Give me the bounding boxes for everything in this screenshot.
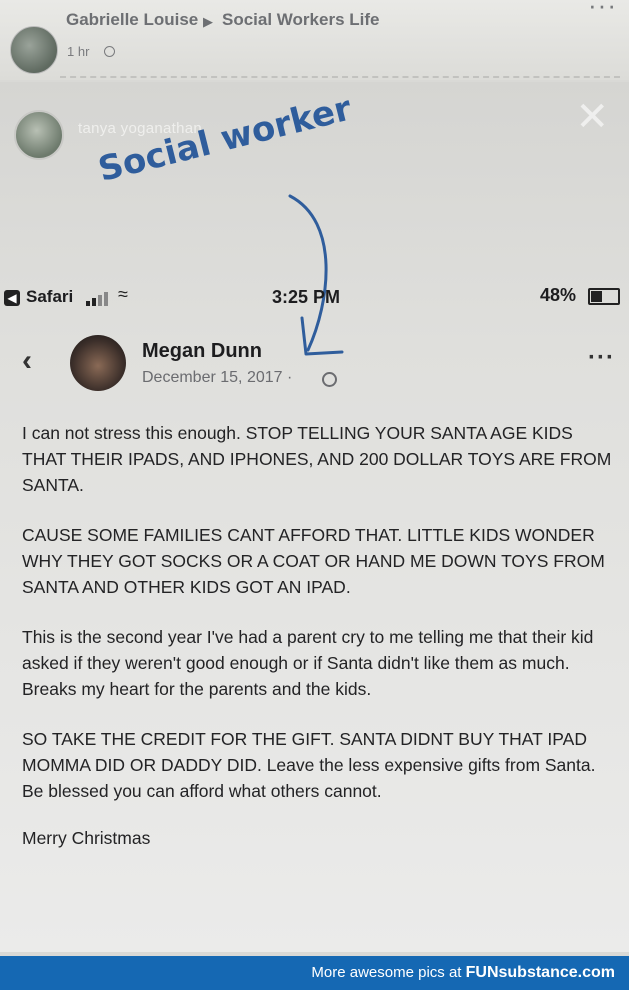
footer-brand[interactable]: FUNsubstance.com [466,964,615,981]
post-body: I can not stress this enough. STOP TELLI… [22,420,612,849]
globe-icon [104,46,115,57]
back-chevron-icon[interactable]: ‹ [22,344,32,378]
handwritten-annotation: Social worker [94,88,356,190]
close-icon[interactable]: ✕ [575,94,609,140]
post-author-avatar[interactable] [70,335,126,391]
battery-icon [588,288,620,305]
more-options-icon[interactable]: ··· [588,344,615,372]
more-options-icon[interactable]: ··· [588,0,617,21]
post-date[interactable]: December 15, 2017 · [142,369,292,387]
outer-group-name[interactable]: Social Workers Life [222,10,379,30]
globe-icon [322,372,337,387]
back-to-app-icon[interactable]: ◀ [4,290,20,306]
status-time: 3:25 PM [272,287,341,307]
story-avatar[interactable] [14,110,64,160]
arrow-right-icon: ▶ [203,14,213,29]
watermark-footer: More awesome pics at FUNsubstance.com [0,956,629,990]
outer-author-avatar[interactable] [10,26,58,74]
post-author-name[interactable]: Megan Dunn [142,340,262,363]
outer-author-name[interactable]: Gabrielle Louise [66,10,198,30]
back-to-app-label[interactable]: Safari [26,287,73,307]
footer-caption: More awesome pics at [311,964,466,981]
ios-status-bar: ◀ Safari ≈ 3:25 PM 48% [0,282,629,312]
outer-post-time[interactable]: 1 hr [67,44,89,59]
post-paragraph: This is the second year I've had a paren… [22,627,594,699]
post-paragraph: SO TAKE THE CREDIT FOR THE GIFT. SANTA D… [22,729,596,801]
post-signoff: Merry Christmas [22,828,151,848]
divider [60,76,620,78]
post-paragraph: I can not stress this enough. STOP TELLI… [22,423,612,495]
shared-story: tanya yoganathan ✕ Social worker ◀ Safar… [0,82,629,952]
footer-text[interactable]: More awesome pics at FUNsubstance.com [311,964,615,982]
signal-icon [86,292,112,306]
battery-percent: 48% [540,285,577,305]
wifi-icon: ≈ [118,284,128,304]
post-paragraph: CAUSE SOME FAMILIES CANT AFFORD THAT. LI… [22,525,605,597]
outer-post-header: Gabrielle Louise ▶ Social Workers Life 1… [0,0,629,80]
